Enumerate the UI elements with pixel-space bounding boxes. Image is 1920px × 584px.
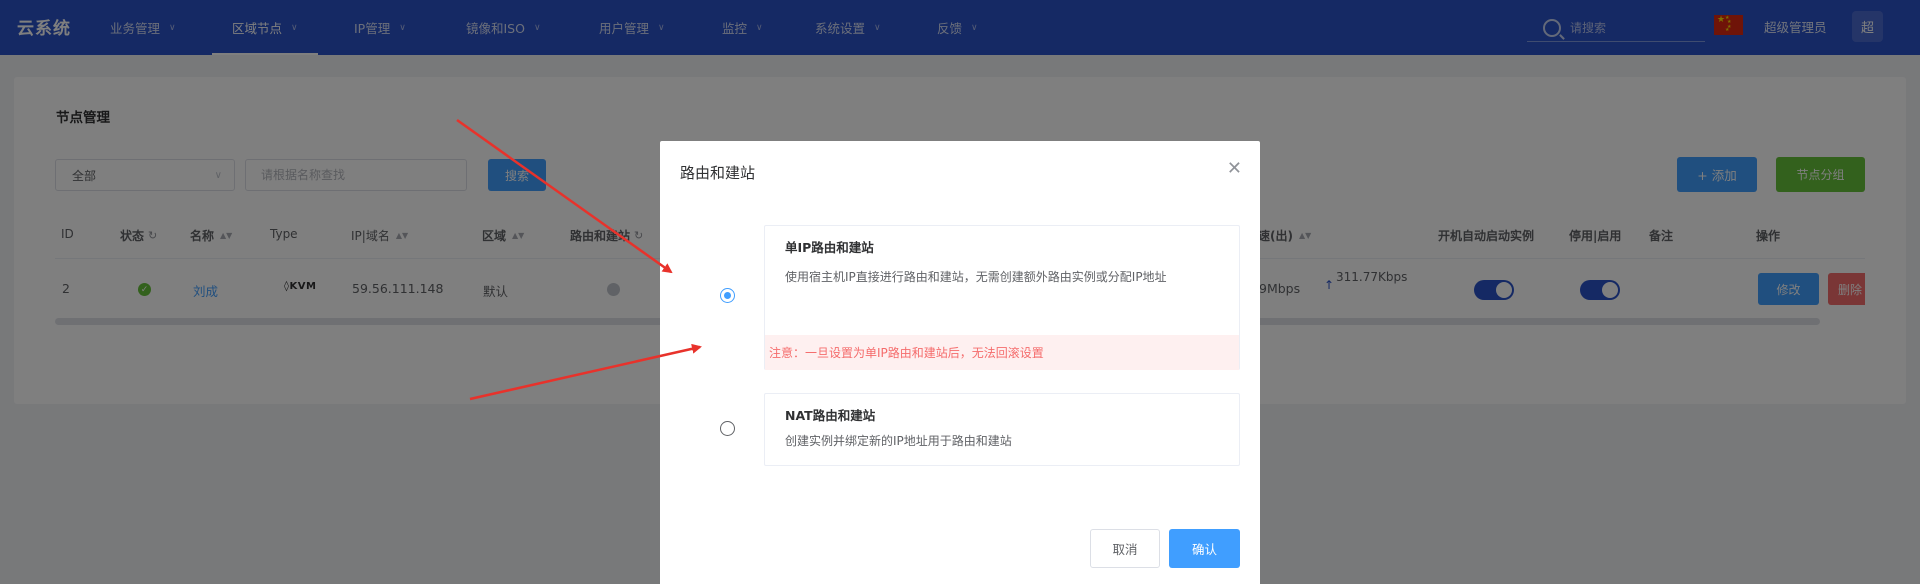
annotation-arrow (469, 343, 702, 401)
annotation-arrow (456, 118, 673, 274)
annotation-arrows (456, 118, 702, 401)
